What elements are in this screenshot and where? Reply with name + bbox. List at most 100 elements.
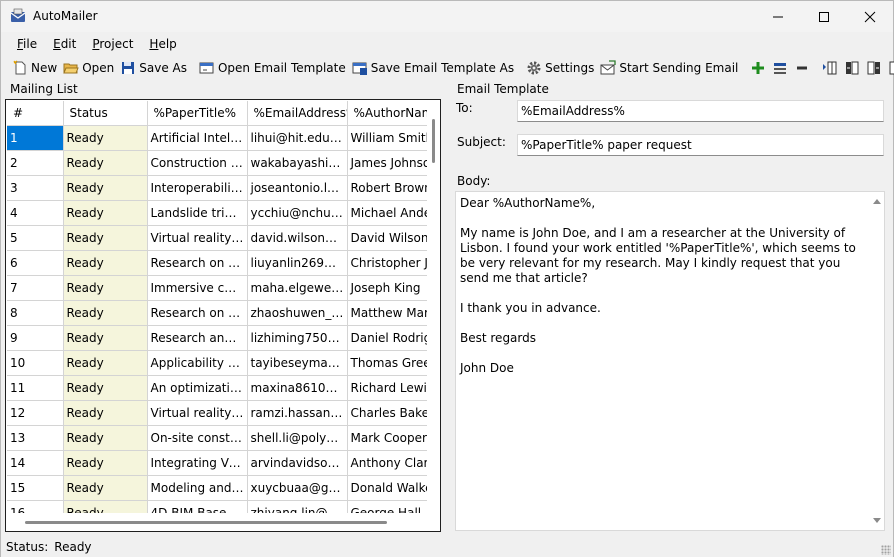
author-name-cell[interactable]: Mark Cooper [347,425,427,451]
minimize-button[interactable] [755,1,801,32]
title-bar[interactable]: AutoMailer [1,1,893,32]
paper-title-cell[interactable]: Artificial Intelligence [147,125,248,151]
close-button[interactable] [847,1,893,32]
status-cell[interactable]: Ready [63,150,148,176]
status-cell[interactable]: Ready [63,175,148,201]
paper-title-cell[interactable]: Applicability of ... [147,350,248,376]
author-name-cell[interactable]: Christopher Jones [347,250,427,276]
email-address-cell[interactable]: maxina861005... [247,375,348,401]
paper-title-cell[interactable]: Research on Ap... [147,250,248,276]
status-cell[interactable]: Ready [63,250,148,276]
paper-title-cell[interactable]: Immersive cons... [147,275,248,301]
table-row[interactable]: 9 Ready Research and a... lizhiming7507... D… [7,325,427,351]
maximize-button[interactable] [801,1,847,32]
column-header-email-address[interactable]: %EmailAddress% [247,101,348,126]
body-vertical-scrollbar[interactable] [870,193,883,529]
author-name-cell[interactable]: Charles Baker [347,400,427,426]
author-name-cell[interactable]: Joseph King [347,275,427,301]
email-address-cell[interactable]: david.wilson@... [247,225,348,251]
email-address-cell[interactable]: lihui@hit.edu.cn [247,125,348,151]
open-email-template-button[interactable]: Open Email Template [196,57,349,79]
row-number-cell[interactable]: 6 [7,250,64,276]
insert-column-button[interactable] [819,57,841,79]
menu-file[interactable]: File [9,35,45,53]
table-row[interactable]: 10 Ready Applicability of ... tayibeseymang… [7,350,427,376]
row-number-cell[interactable]: 1 [7,125,64,151]
table-row[interactable]: 15 Ready Modeling and v... xuycbuaa@gm... Do… [7,475,427,501]
body-textarea[interactable]: Dear %AuthorName%, My name is John Doe, … [455,191,885,531]
email-address-cell[interactable]: ycchiu@nchu.e... [247,200,348,226]
table-row[interactable]: 11 Ready An optimizatio... maxina861005... R… [7,375,427,401]
paper-title-cell[interactable]: Research on th... [147,300,248,326]
start-sending-email-button[interactable]: Start Sending Email [597,57,741,79]
status-cell[interactable]: Ready [63,350,148,376]
open-button[interactable]: Open [60,57,117,79]
row-number-cell[interactable]: 9 [7,325,64,351]
table-row[interactable]: 7 Ready Immersive cons... maha.elgewely... J… [7,275,427,301]
table-row[interactable]: 5 Ready Virtual reality a... david.wilson@.… [7,225,427,251]
add-column-left-button[interactable] [841,57,863,79]
body-text[interactable]: Dear %AuthorName%, My name is John Doe, … [460,196,870,376]
row-number-cell[interactable]: 12 [7,400,64,426]
paper-title-cell[interactable]: An optimizatio... [147,375,248,401]
row-number-cell[interactable]: 7 [7,275,64,301]
resize-grip-icon[interactable] [881,545,891,555]
menu-edit[interactable]: Edit [45,35,84,53]
author-name-cell[interactable]: David Wilson [347,225,427,251]
paper-title-cell[interactable]: Interoperability ... [147,175,248,201]
table-row[interactable]: 1ReadyArtificial Intelligencelihui@hit.e… [7,125,427,151]
settings-button[interactable]: Settings [523,57,597,79]
row-number-cell[interactable]: 11 [7,375,64,401]
table-row[interactable]: 3 Ready Interoperability ... joseantonio.lo… [7,175,427,201]
table-row[interactable]: 8ReadyResearch on th...zhaoshuwen_06...M… [7,300,427,326]
status-cell[interactable]: Ready [63,375,148,401]
email-address-cell[interactable]: arvindavidson... [247,450,348,476]
row-number-cell[interactable]: 14 [7,450,64,476]
row-number-cell[interactable]: 16 [7,500,64,513]
status-cell[interactable]: Ready [63,450,148,476]
table-row[interactable]: 6 Ready Research on Ap... liuyanlin269@1...… [7,250,427,276]
row-number-cell[interactable]: 3 [7,175,64,201]
menu-help[interactable]: Help [141,35,184,53]
status-cell[interactable]: Ready [63,125,148,151]
save-email-template-as-button[interactable]: Save Email Template As [349,57,517,79]
status-cell[interactable]: Ready [63,425,148,451]
author-name-cell[interactable]: Donald Walker [347,475,427,501]
email-address-cell[interactable]: maha.elgewely... [247,275,348,301]
row-number-cell[interactable]: 2 [7,150,64,176]
to-input[interactable] [517,100,884,122]
grid-vertical-scroll-thumb[interactable] [432,119,435,163]
email-address-cell[interactable]: xuycbuaa@gm... [247,475,348,501]
status-cell[interactable]: Ready [63,225,148,251]
email-address-cell[interactable]: lizhiming7507... [247,325,348,351]
status-cell[interactable]: Ready [63,200,148,226]
scroll-down-arrow-icon[interactable] [873,518,881,523]
row-number-cell[interactable]: 13 [7,425,64,451]
email-address-cell[interactable]: joseantonio.loz... [247,175,348,201]
paper-title-cell[interactable]: Construction pr... [147,150,248,176]
paper-title-cell[interactable]: Research and a... [147,325,248,351]
author-name-cell[interactable]: Michael Anderson [347,200,427,226]
paper-title-cell[interactable]: Modeling and v... [147,475,248,501]
table-row[interactable]: 16 Ready 4D-BIM Based ... zhiyang.lin@tu...… [7,500,427,513]
status-cell[interactable]: Ready [63,475,148,501]
paper-title-cell[interactable]: Virtual reality in... [147,400,248,426]
paper-title-cell[interactable]: On-site constru... [147,425,248,451]
add-row-button[interactable] [747,57,769,79]
status-cell[interactable]: Ready [63,275,148,301]
column-header-author-name[interactable]: %AuthorName% [347,101,427,126]
table-row[interactable]: 4 Ready Landslide trigg... ycchiu@nchu.e...… [7,200,427,226]
row-number-cell[interactable]: 15 [7,475,64,501]
row-number-cell[interactable]: 8 [7,300,64,326]
subject-input[interactable] [517,134,884,156]
row-number-cell[interactable]: 4 [7,200,64,226]
author-name-cell[interactable]: George Hall [347,500,427,513]
table-row[interactable]: 12 Ready Virtual reality in... ramzi.hassan… [7,400,427,426]
email-address-cell[interactable]: zhiyang.lin@tu... [247,500,348,513]
new-button[interactable]: New [9,57,60,79]
paper-title-cell[interactable]: Landslide trigg... [147,200,248,226]
table-row[interactable]: 2 Ready Construction pr... wakabayashi83...… [7,150,427,176]
author-name-cell[interactable]: Anthony Clark [347,450,427,476]
email-address-cell[interactable]: tayibeseymang... [247,350,348,376]
scroll-up-arrow-icon[interactable] [873,199,881,204]
